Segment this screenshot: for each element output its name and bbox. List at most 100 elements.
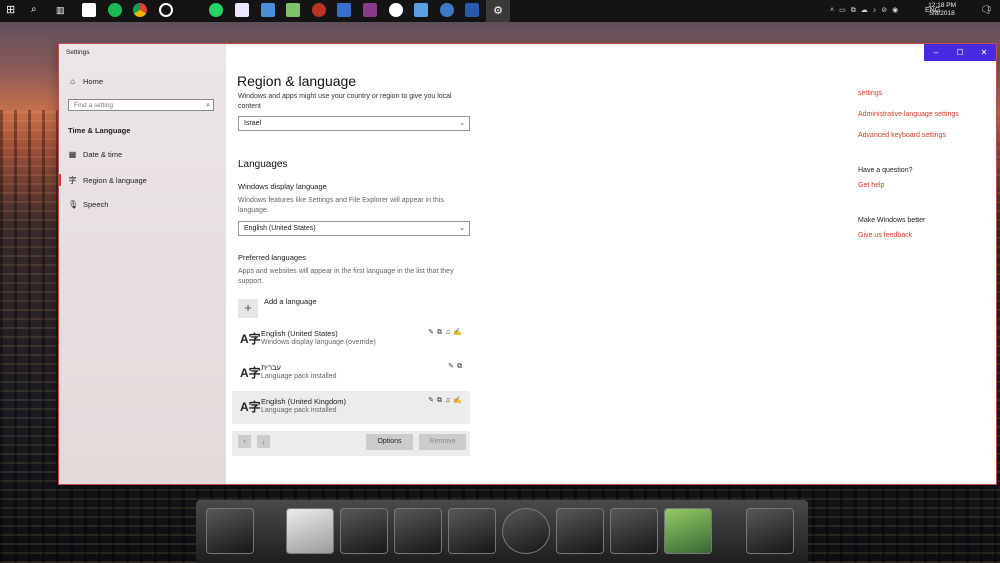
nav-speech[interactable]: 🎙 Speech (68, 200, 108, 209)
chrome-icon[interactable] (133, 3, 147, 17)
add-language-label[interactable]: Add a language (264, 297, 317, 307)
display-language-description: Windows features like Settings and File … (238, 197, 444, 214)
calendar-icon[interactable] (82, 3, 96, 17)
spotify-icon[interactable] (108, 3, 122, 17)
close-button[interactable]: ✕ (972, 44, 996, 61)
search-icon[interactable]: ⌕ (31, 3, 45, 17)
globe-icon[interactable] (440, 3, 454, 17)
language-actions: ↑ ↓ Options Remove (232, 431, 470, 456)
disc-icon[interactable] (610, 508, 658, 554)
admin-language-link[interactable]: Administrative language settings (858, 111, 959, 118)
language-status: Language pack installed (261, 373, 337, 380)
recycle-bin-icon[interactable] (746, 508, 794, 554)
display-language-label: Windows display language (238, 182, 327, 191)
language-item[interactable]: A字 English (United States) Windows displ… (232, 323, 470, 356)
settings-window: Settings ⌂ Home Find a setting ⌕ Time & … (59, 44, 996, 484)
paint-icon[interactable] (235, 3, 249, 17)
main-content: Region & language Windows and apps might… (232, 44, 537, 484)
sidebar: Settings ⌂ Home Find a setting ⌕ Time & … (59, 44, 226, 484)
monitor-icon[interactable] (206, 508, 254, 554)
search-placeholder: Find a setting (74, 102, 114, 109)
move-down-button[interactable]: ↓ (257, 435, 270, 448)
folder-icon[interactable] (448, 508, 496, 554)
language-name: עברית (261, 363, 281, 372)
section-heading-label: Time & Language (68, 126, 131, 135)
keyboard-settings-link[interactable]: Advanced keyboard settings (858, 132, 946, 139)
nav-region-language[interactable]: 字 Region & language (68, 175, 147, 186)
language-name: English (United Kingdom) (261, 397, 347, 406)
folder-icon[interactable] (261, 3, 275, 17)
calendar-icon: ▦ (68, 150, 77, 159)
minimize-button[interactable]: – (924, 44, 948, 61)
feedback-heading: Make Windows better (858, 217, 926, 224)
search-icon: ⌕ (206, 102, 210, 109)
country-value: Israel (244, 120, 262, 127)
clock[interactable]: 12:18 PM 5/8/2018 (928, 2, 956, 18)
taskbar: ⊞ ⌕ ▥ ⚙ ˄▭⧉☁♪⊘◉ ENG 12:18 PM 5/8/2018 🗨 … (0, 0, 1000, 22)
nav-home[interactable]: ⌂ Home (68, 77, 103, 86)
monitor-icon[interactable] (414, 3, 428, 17)
clock-time: 12:18 PM (928, 2, 956, 9)
nav-speech-label: Speech (83, 200, 109, 209)
windows-icon[interactable]: ⊞ (6, 3, 20, 17)
section-heading: Time & Language (68, 126, 130, 135)
language-status: Language pack installed (261, 407, 337, 414)
target-icon[interactable] (159, 3, 173, 17)
language-feature-icons: ✎⧉ (448, 363, 465, 370)
tray-icons[interactable]: ˄▭⧉☁♪⊘◉ (830, 0, 903, 22)
language-feature-icons: ✎⧉♫✍ (428, 397, 465, 404)
get-help-link[interactable]: Get help (858, 182, 884, 189)
network-icon[interactable] (337, 3, 351, 17)
settings-icon[interactable]: ⚙ (486, 0, 510, 22)
language-icon: A字 (240, 332, 261, 346)
language-icon: 字 (68, 176, 77, 185)
vpn-icon[interactable] (312, 3, 326, 17)
display-language-select[interactable]: English (United States) ⌄ (238, 221, 470, 236)
chevron-down-icon: ⌄ (459, 120, 465, 127)
document-icon[interactable] (286, 508, 334, 554)
home-icon: ⌂ (70, 77, 75, 86)
player-icon[interactable] (340, 508, 388, 554)
display-language-value: English (United States) (244, 225, 316, 232)
winrar-icon[interactable] (363, 3, 377, 17)
languages-heading: Languages (238, 159, 288, 170)
app-icon[interactable] (465, 3, 479, 17)
language-item-selected[interactable]: A字 English (United Kingdom) Language pac… (232, 391, 470, 424)
task-view-icon[interactable]: ▥ (56, 3, 70, 17)
preferred-languages-description: Apps and websites will appear in the fir… (238, 268, 454, 285)
question-heading: Have a question? (858, 167, 913, 174)
window-controls: – ☐ ✕ (924, 44, 996, 61)
options-button[interactable]: Options (366, 434, 413, 450)
country-select[interactable]: Israel ⌄ (238, 116, 470, 131)
remove-button[interactable]: Remove (419, 434, 466, 450)
language-name: English (United States) (261, 329, 338, 338)
clock-date: 5/8/2018 (929, 10, 955, 17)
nav-date-time-label: Date & time (83, 150, 123, 159)
feedback-link[interactable]: Give us feedback (858, 232, 912, 239)
microphone-icon: 🎙 (68, 200, 79, 209)
search-input[interactable]: Find a setting ⌕ (68, 99, 214, 111)
notepad-icon[interactable] (286, 3, 300, 17)
clock-icon[interactable] (389, 3, 403, 17)
selection-indicator (59, 174, 61, 186)
skull-icon[interactable] (556, 508, 604, 554)
add-language-button[interactable]: + (238, 299, 258, 318)
speaker-icon[interactable] (502, 508, 550, 554)
settings-link[interactable]: settings (858, 90, 882, 97)
chevron-down-icon: ⌄ (459, 225, 465, 232)
tablet-icon[interactable] (394, 508, 442, 554)
photo-icon[interactable] (664, 508, 712, 554)
page-title: Region & language (237, 73, 357, 89)
whatsapp-icon[interactable] (209, 3, 223, 17)
nav-home-label: Home (83, 77, 104, 86)
language-item[interactable]: A字 עברית Language pack installed ✎⧉ (232, 357, 470, 390)
preferred-languages-label: Preferred languages (238, 253, 306, 262)
plus-icon: + (244, 300, 252, 315)
maximize-button[interactable]: ☐ (948, 44, 972, 61)
country-description: Windows and apps might use your country … (238, 93, 452, 110)
move-up-button[interactable]: ↑ (238, 435, 251, 448)
nav-region-language-label: Region & language (83, 176, 147, 185)
language-status: Windows display language (override) (261, 339, 376, 346)
dock (196, 500, 808, 563)
nav-date-time[interactable]: ▦ Date & time (68, 150, 122, 159)
